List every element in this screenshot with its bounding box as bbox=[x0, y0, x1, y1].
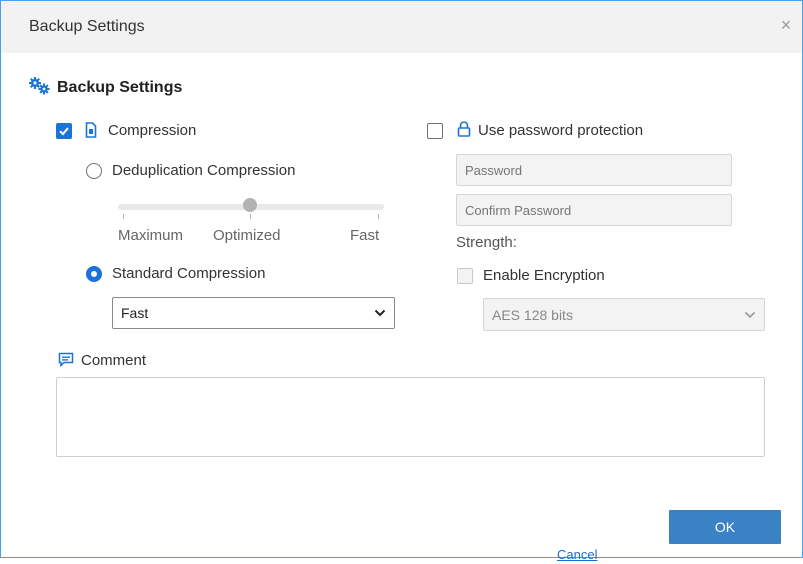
chevron-down-icon bbox=[374, 309, 386, 317]
comment-icon bbox=[58, 352, 74, 372]
file-icon bbox=[85, 122, 97, 143]
ok-button[interactable]: OK bbox=[669, 510, 781, 544]
slider-tick bbox=[378, 214, 379, 219]
select-value: AES 128 bits bbox=[492, 306, 573, 323]
slider-tick bbox=[250, 214, 251, 219]
chevron-down-icon bbox=[744, 311, 756, 318]
close-icon[interactable]: × bbox=[776, 15, 796, 35]
title-bar: Backup Settings × bbox=[1, 1, 802, 53]
slider-handle[interactable] bbox=[243, 198, 257, 212]
encryption-algorithm-select[interactable]: AES 128 bits bbox=[483, 298, 765, 331]
compression-level-select[interactable]: Fast bbox=[112, 297, 395, 329]
password-protection-checkbox[interactable] bbox=[427, 123, 443, 139]
slider-tick bbox=[123, 214, 124, 219]
check-icon bbox=[59, 127, 69, 136]
select-value: Fast bbox=[121, 305, 149, 321]
dialog-title: Backup Settings bbox=[29, 18, 145, 35]
lock-icon bbox=[457, 121, 471, 142]
enable-encryption-checkbox[interactable] bbox=[457, 268, 473, 284]
confirm-password-input[interactable] bbox=[456, 194, 732, 226]
comment-textarea[interactable] bbox=[56, 377, 765, 457]
cancel-button[interactable]: Cancel bbox=[557, 546, 597, 564]
comment-label: Comment bbox=[81, 352, 147, 369]
gears-icon bbox=[29, 76, 51, 100]
password-input[interactable] bbox=[456, 154, 732, 186]
section-title: Backup Settings bbox=[57, 79, 183, 96]
dedup-compression-label: Deduplication Compression bbox=[112, 162, 296, 179]
standard-compression-radio[interactable] bbox=[86, 266, 102, 282]
section-header: Backup Settings bbox=[29, 76, 183, 100]
dedup-compression-radio[interactable] bbox=[86, 163, 102, 179]
backup-settings-dialog: Backup Settings × Backup Settings Compre… bbox=[0, 0, 803, 562]
password-protection-label: Use password protection bbox=[478, 122, 644, 139]
standard-compression-label: Standard Compression bbox=[112, 265, 266, 282]
slider-label-fast: Fast bbox=[350, 227, 380, 244]
slider-label-optimized: Optimized bbox=[213, 227, 281, 244]
compression-checkbox[interactable] bbox=[56, 123, 72, 139]
enable-encryption-label: Enable Encryption bbox=[483, 267, 605, 284]
slider-label-maximum: Maximum bbox=[118, 227, 184, 244]
cancel-button-label: Cancel bbox=[557, 547, 598, 562]
strength-label: Strength: bbox=[456, 234, 517, 251]
compression-label: Compression bbox=[108, 122, 197, 139]
